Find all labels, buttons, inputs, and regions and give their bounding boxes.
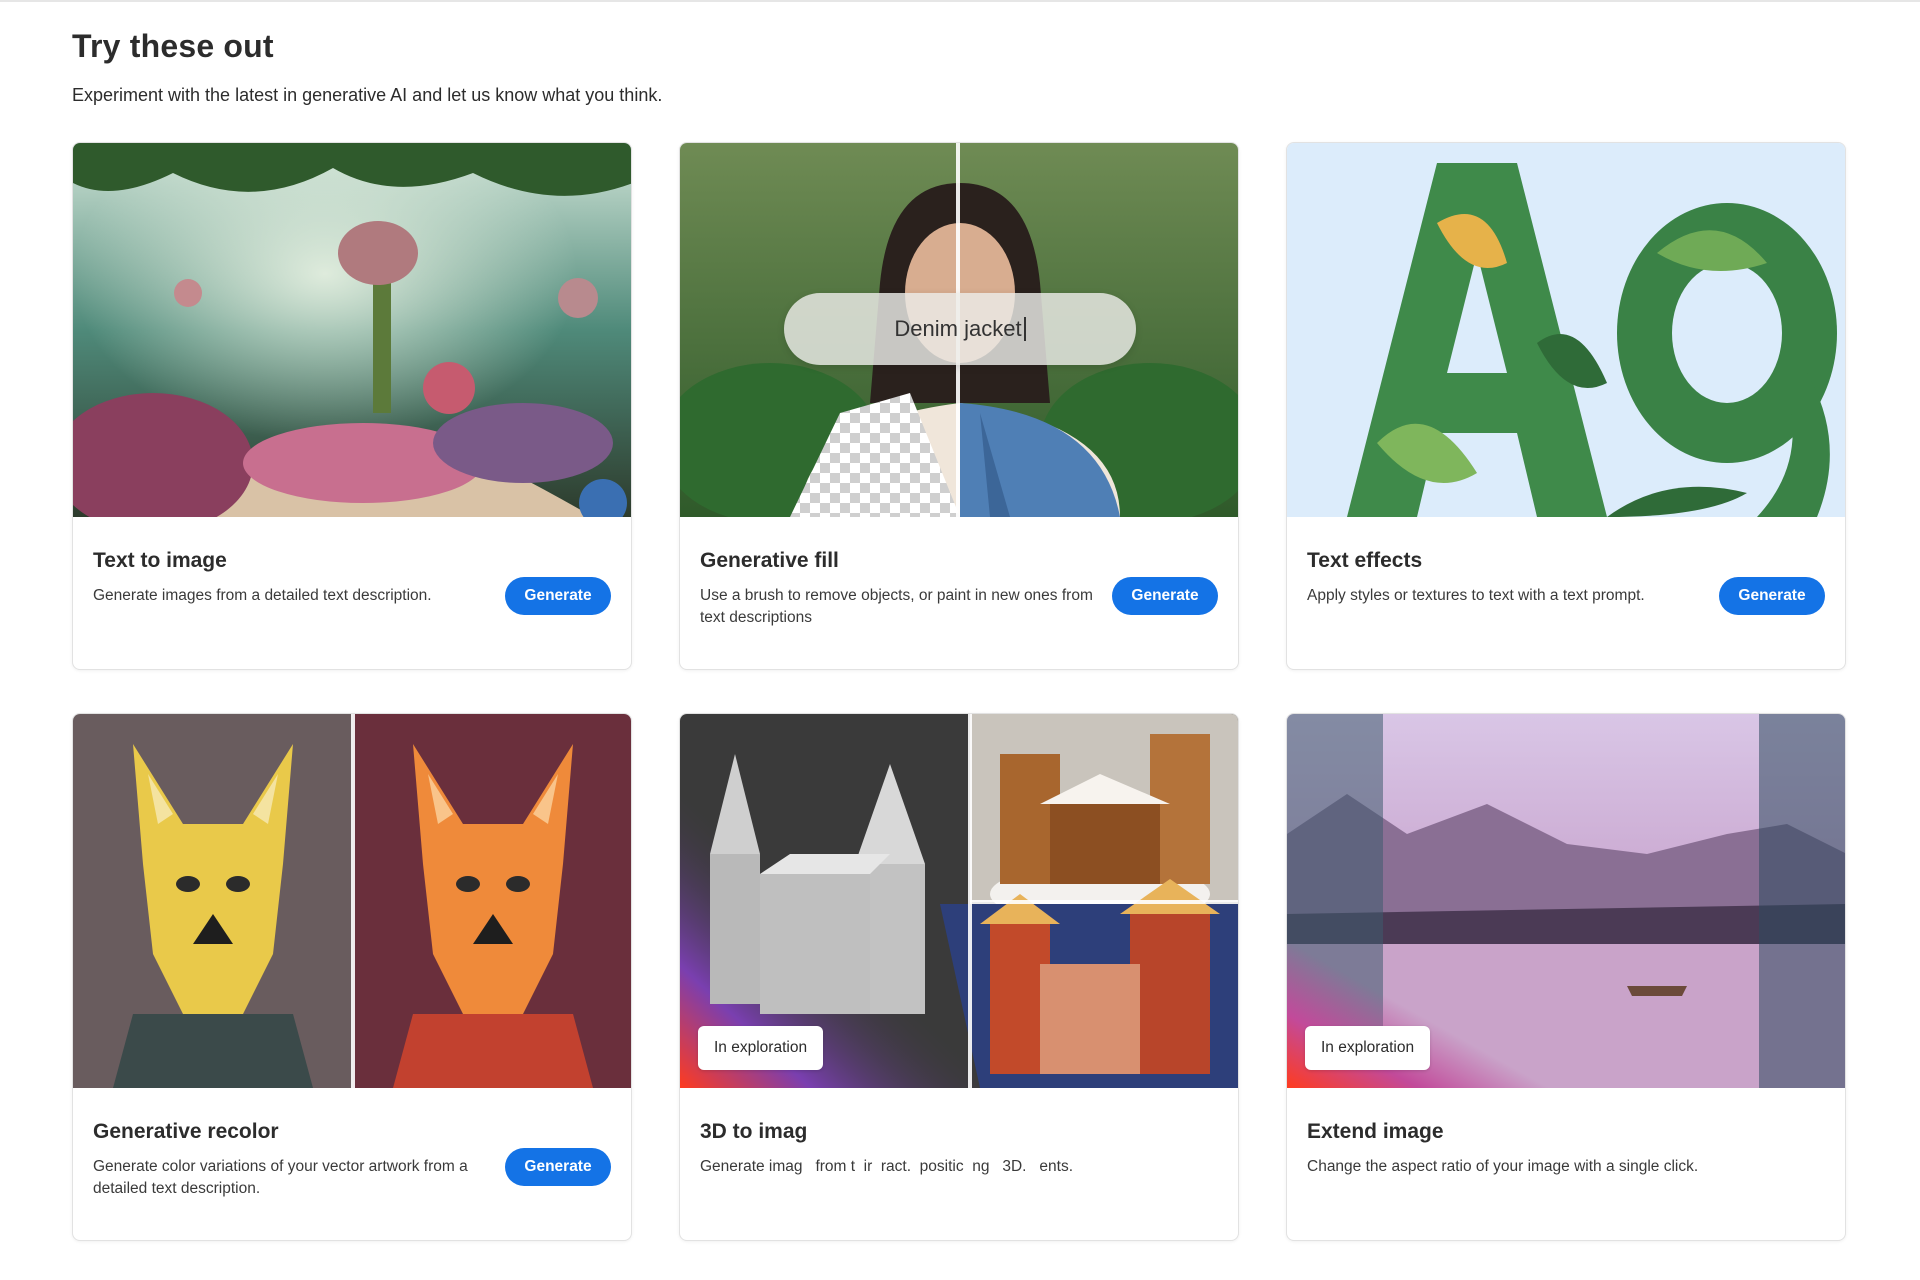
card-title: Extend image: [1307, 1120, 1444, 1143]
card-body: Generative fill Use a brush to remove ob…: [700, 549, 1100, 629]
card-body: 3D to imag Generate imag from t ir ract.…: [700, 1120, 1200, 1178]
card-text-effects[interactable]: Text effects Apply styles or textures to…: [1286, 142, 1846, 670]
generative-recolor-preview: [73, 714, 631, 1088]
prompt-text: Denim jacket: [894, 316, 1022, 341]
text-effects-preview: [1287, 143, 1845, 517]
card-body: Text to image Generate images from a det…: [93, 549, 493, 607]
card-description: Use a brush to remove objects, or paint …: [700, 587, 1093, 626]
card-title: Generative recolor: [93, 1120, 279, 1143]
card-generative-fill[interactable]: Denim jacket Generative fill Use a brush…: [679, 142, 1239, 670]
card-description: Change the aspect ratio of your image wi…: [1307, 1158, 1699, 1175]
3d-to-image-preview: In exploration: [680, 714, 1238, 1088]
top-divider: [0, 0, 1920, 2]
page-header: Try these out Experiment with the latest…: [72, 28, 662, 106]
generate-button[interactable]: Generate: [505, 1148, 611, 1186]
extend-image-preview: In exploration: [1287, 714, 1845, 1088]
card-title: Text to image: [93, 549, 227, 572]
card-generative-recolor[interactable]: Generative recolor Generate color variat…: [72, 713, 632, 1241]
card-3d-to-image[interactable]: In exploration 3D to imag Generate imag …: [679, 713, 1239, 1241]
card-description: Apply styles or textures to text with a …: [1307, 587, 1645, 604]
text-cursor: [1023, 317, 1026, 341]
card-description: Generate color variations of your vector…: [93, 1158, 468, 1197]
page-title: Try these out: [72, 28, 274, 64]
card-body: Text effects Apply styles or textures to…: [1307, 549, 1707, 607]
in-exploration-badge: In exploration: [1305, 1026, 1431, 1070]
generate-button[interactable]: Generate: [505, 577, 611, 615]
card-body: Generative recolor Generate color variat…: [93, 1120, 493, 1200]
card-extend-image[interactable]: In exploration Extend image Change the a…: [1286, 713, 1846, 1241]
card-title: Text effects: [1307, 549, 1423, 572]
page-subtitle: Experiment with the latest in generative…: [72, 85, 663, 105]
generate-button[interactable]: Generate: [1112, 577, 1218, 615]
card-title: 3D to imag: [700, 1120, 808, 1143]
card-text-to-image[interactable]: Text to image Generate images from a det…: [72, 142, 632, 670]
card-description: Generate imag from t ir ract. positic ng…: [700, 1158, 1073, 1175]
in-exploration-badge: In exploration: [698, 1026, 824, 1070]
text-to-image-preview: [73, 143, 631, 517]
prompt-input-overlay: Denim jacket: [784, 293, 1136, 365]
card-title: Generative fill: [700, 549, 839, 572]
card-description: Generate images from a detailed text des…: [93, 587, 432, 604]
generate-button[interactable]: Generate: [1719, 577, 1825, 615]
card-body: Extend image Change the aspect ratio of …: [1307, 1120, 1807, 1178]
generative-fill-preview: Denim jacket: [680, 143, 1238, 517]
